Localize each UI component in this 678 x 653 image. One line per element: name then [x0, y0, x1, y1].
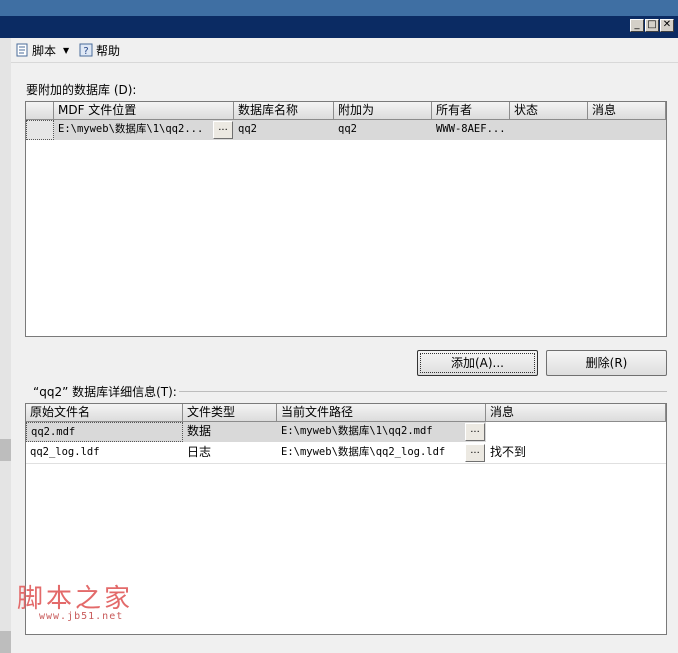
column-header[interactable]: 原始文件名 [26, 404, 183, 422]
column-header[interactable]: 文件类型 [183, 404, 277, 422]
attach-databases-grid[interactable]: MDF 文件位置 数据库名称 附加为 所有者 状态 消息 E:\myweb\数据… [25, 101, 667, 337]
details-grid-label: “qq2” 数据库详细信息(T): [33, 385, 177, 399]
table-row[interactable]: E:\myweb\数据库\1\qq2... ... qq2 qq2 WWW-8A… [26, 120, 666, 140]
message-cell [486, 422, 666, 442]
add-button[interactable]: 添加(A)... [417, 350, 538, 376]
script-button[interactable]: 脚本 ▼ [15, 42, 69, 58]
mdf-location-cell[interactable]: E:\myweb\数据库\1\qq2... [54, 120, 212, 140]
watermark-url: www.jb51.net [39, 611, 124, 622]
browse-mdf-button[interactable]: ... [213, 121, 233, 139]
message-cell [588, 120, 666, 140]
message-cell: 找不到 [490, 445, 527, 459]
file-type-cell: 数据 [187, 424, 212, 438]
attach-database-panel: 要附加的数据库 (D): MDF 文件位置 数据库名称 附加为 所有者 状态 消… [11, 63, 678, 635]
remove-button[interactable]: 删除(R) [546, 350, 667, 376]
file-type-cell: 日志 [187, 445, 212, 459]
close-button[interactable]: ✕ [660, 19, 674, 32]
column-header[interactable]: 消息 [588, 102, 666, 120]
window-title-bar: _ □ ✕ [0, 16, 678, 38]
help-label: 帮助 [96, 43, 121, 58]
help-button[interactable]: ? 帮助 [79, 42, 120, 58]
row-selector[interactable] [26, 120, 54, 140]
script-icon [15, 43, 29, 57]
column-header[interactable]: 当前文件路径 [277, 404, 486, 422]
column-header[interactable]: 状态 [510, 102, 588, 120]
column-header[interactable]: 附加为 [334, 102, 432, 120]
toolbar: 脚本 ▼ ? 帮助 [11, 38, 678, 63]
browse-path-button[interactable]: ... [465, 444, 485, 462]
attach-grid-label: 要附加的数据库 (D): [26, 83, 137, 97]
minimize-button[interactable]: _ [630, 19, 644, 32]
table-row[interactable]: qq2_log.ldf 日志 E:\myweb\数据库\qq2_log.ldf … [26, 443, 666, 464]
browse-path-button[interactable]: ... [465, 423, 485, 441]
column-header[interactable]: MDF 文件位置 [54, 102, 234, 120]
table-row[interactable]: qq2.mdf 数据 E:\myweb\数据库\1\qq2.mdf ... [26, 422, 666, 442]
file-path-cell[interactable]: E:\myweb\数据库\1\qq2.mdf [277, 422, 464, 442]
attach-as-cell[interactable]: qq2 [334, 120, 432, 140]
watermark-logo: 脚本之家 [17, 584, 134, 614]
chevron-down-icon[interactable]: ▼ [63, 46, 69, 55]
maximize-button[interactable]: □ [645, 19, 659, 32]
top-bar [0, 0, 678, 16]
row-selector-header [26, 102, 54, 120]
database-name-cell[interactable]: qq2 [234, 120, 334, 140]
column-header[interactable]: 数据库名称 [234, 102, 334, 120]
help-icon: ? [79, 43, 93, 57]
left-panel-strip [0, 38, 11, 653]
column-header[interactable]: 所有者 [432, 102, 510, 120]
owner-cell[interactable]: WWW-8AEF... [432, 120, 510, 140]
file-name-cell[interactable]: qq2_log.ldf [26, 443, 183, 463]
file-name-cell[interactable]: qq2.mdf [26, 422, 183, 442]
script-label: 脚本 [32, 43, 57, 58]
file-path-cell[interactable]: E:\myweb\数据库\qq2_log.ldf [277, 443, 464, 463]
status-cell [510, 120, 588, 140]
section-divider [179, 391, 667, 392]
column-header[interactable]: 消息 [486, 404, 666, 422]
svg-text:?: ? [83, 46, 88, 57]
